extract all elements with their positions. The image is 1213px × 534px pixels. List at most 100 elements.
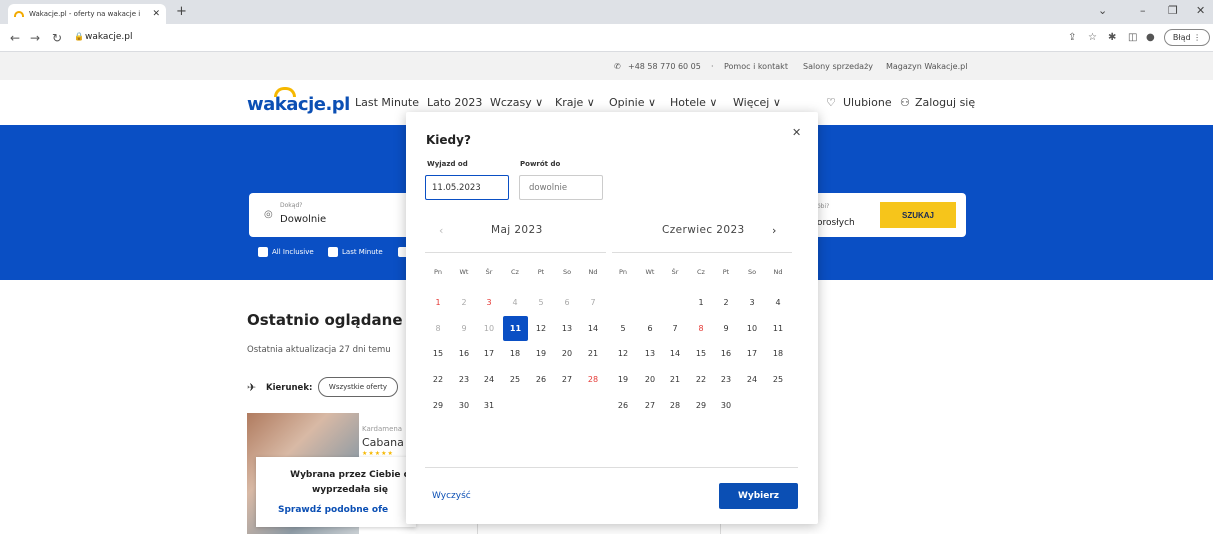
nav-hotele[interactable]: Hotele ∨ — [670, 96, 717, 109]
day-cell[interactable]: 31 — [479, 401, 499, 410]
all-offers-button[interactable]: Wszystkie oferty — [318, 377, 398, 397]
day-cell[interactable]: 23 — [716, 375, 736, 384]
day-cell[interactable]: 18 — [505, 349, 525, 358]
day-cell[interactable]: 25 — [768, 375, 788, 384]
nav-last-minute[interactable]: Last Minute — [355, 96, 419, 109]
day-cell[interactable]: 20 — [557, 349, 577, 358]
day-cell[interactable]: 30 — [716, 401, 736, 410]
day-cell[interactable]: 1 — [691, 298, 711, 307]
salons-link[interactable]: Salony sprzedaży — [803, 62, 873, 71]
day-cell[interactable]: 10 — [742, 324, 762, 333]
search-button[interactable]: SZUKAJ — [880, 202, 956, 228]
day-cell[interactable]: 13 — [557, 324, 577, 333]
tab-search-icon[interactable]: ⌄ — [1098, 4, 1107, 17]
day-cell[interactable]: 15 — [691, 349, 711, 358]
user-icon[interactable]: ⚇ — [900, 96, 910, 109]
day-cell[interactable]: 20 — [640, 375, 660, 384]
extensions-icon[interactable]: ✱ — [1108, 32, 1116, 43]
close-icon[interactable]: ✕ — [792, 126, 801, 139]
day-cell[interactable]: 7 — [665, 324, 685, 333]
day-cell[interactable]: 21 — [583, 349, 603, 358]
day-cell[interactable]: 26 — [613, 401, 633, 410]
day-cell[interactable]: 26 — [531, 375, 551, 384]
day-cell[interactable]: 2 — [716, 298, 736, 307]
next-month-icon[interactable]: › — [772, 224, 776, 237]
checkbox-icon[interactable] — [328, 247, 338, 257]
clear-button[interactable]: Wyczyść — [432, 491, 471, 501]
day-cell[interactable]: 29 — [428, 401, 448, 410]
day-cell[interactable]: 13 — [640, 349, 660, 358]
day-cell[interactable]: 28 — [665, 401, 685, 410]
maximize-icon[interactable]: ❐ — [1168, 4, 1178, 17]
day-cell[interactable]: 9 — [716, 324, 736, 333]
phone-number[interactable]: +48 58 770 60 05 — [628, 62, 701, 71]
day-cell[interactable]: 11 — [768, 324, 788, 333]
browser-tab[interactable]: Wakacje.pl - oferty na wakacje i ✕ — [8, 4, 166, 24]
day-cell[interactable]: 27 — [640, 401, 660, 410]
return-date-input[interactable] — [519, 175, 603, 200]
window-close-icon[interactable]: ✕ — [1196, 4, 1205, 17]
choose-button[interactable]: Wybierz — [719, 483, 798, 509]
similar-offers-link[interactable]: Sprawdź podobne ofe — [278, 505, 388, 515]
who-field[interactable]: orosłych — [817, 218, 855, 228]
nav-lato-2023[interactable]: Lato 2023 — [427, 96, 482, 109]
lock-icon[interactable]: 🔒 — [74, 32, 84, 41]
prev-month-icon[interactable]: ‹ — [439, 224, 443, 237]
day-cell[interactable]: 24 — [742, 375, 762, 384]
share-icon[interactable]: ⇪ — [1068, 32, 1076, 43]
day-cell[interactable]: 28 — [583, 375, 603, 384]
close-tab-icon[interactable]: ✕ — [152, 9, 160, 19]
minimize-icon[interactable]: – — [1140, 4, 1146, 17]
nav-wczasy[interactable]: Wczasy ∨ — [490, 96, 543, 109]
nav-kraje[interactable]: Kraje ∨ — [555, 96, 595, 109]
day-cell[interactable]: 22 — [691, 375, 711, 384]
site-logo[interactable]: wakacje.pl — [247, 87, 350, 115]
filter-last-minute[interactable]: Last Minute — [328, 247, 383, 257]
day-cell[interactable]: 14 — [665, 349, 685, 358]
day-cell[interactable]: 5 — [613, 324, 633, 333]
day-cell[interactable]: 12 — [531, 324, 551, 333]
where-field[interactable]: Dowolnie — [280, 214, 326, 225]
favorites-link[interactable]: Ulubione — [843, 96, 892, 109]
selected-day-cell[interactable]: 11 — [503, 316, 528, 341]
day-cell[interactable]: 30 — [454, 401, 474, 410]
day-cell[interactable]: 8 — [691, 324, 711, 333]
nav-opinie[interactable]: Opinie ∨ — [609, 96, 656, 109]
checkbox-icon[interactable] — [258, 247, 268, 257]
day-cell[interactable]: 19 — [613, 375, 633, 384]
url-field[interactable]: wakacje.pl — [85, 32, 133, 42]
day-cell[interactable]: 22 — [428, 375, 448, 384]
reload-icon[interactable]: ↻ — [52, 31, 62, 45]
day-cell[interactable]: 18 — [768, 349, 788, 358]
day-cell[interactable]: 14 — [583, 324, 603, 333]
day-cell[interactable]: 16 — [454, 349, 474, 358]
new-tab-icon[interactable]: + — [176, 4, 187, 19]
day-cell[interactable]: 17 — [742, 349, 762, 358]
login-link[interactable]: Zaloguj się — [915, 96, 975, 109]
offer-name[interactable]: Cabana — [362, 436, 404, 449]
back-icon[interactable]: ← — [10, 31, 20, 45]
day-cell[interactable]: 16 — [716, 349, 736, 358]
day-cell[interactable]: 4 — [768, 298, 788, 307]
day-cell[interactable]: 29 — [691, 401, 711, 410]
filter-all-inclusive[interactable]: All Inclusive — [258, 247, 314, 257]
bookmark-star-icon[interactable]: ☆ — [1088, 32, 1097, 43]
browser-error-button[interactable]: Błąd ⋮ — [1164, 29, 1210, 46]
depart-date-input[interactable] — [425, 175, 509, 200]
day-cell[interactable]: 17 — [479, 349, 499, 358]
day-cell[interactable]: 19 — [531, 349, 551, 358]
day-cell[interactable]: 6 — [640, 324, 660, 333]
heart-icon[interactable]: ♡ — [826, 96, 836, 109]
day-cell[interactable]: 25 — [505, 375, 525, 384]
profile-icon[interactable]: ● — [1146, 32, 1155, 43]
day-cell[interactable]: 24 — [479, 375, 499, 384]
day-cell[interactable]: 27 — [557, 375, 577, 384]
day-cell[interactable]: 15 — [428, 349, 448, 358]
day-cell[interactable]: 3 — [742, 298, 762, 307]
nav-wiecej[interactable]: Więcej ∨ — [733, 96, 781, 109]
help-link[interactable]: Pomoc i kontakt — [724, 62, 788, 71]
day-cell[interactable]: 21 — [665, 375, 685, 384]
day-cell[interactable]: 12 — [613, 349, 633, 358]
side-panel-icon[interactable]: ◫ — [1128, 32, 1137, 43]
forward-icon[interactable]: → — [30, 31, 40, 45]
